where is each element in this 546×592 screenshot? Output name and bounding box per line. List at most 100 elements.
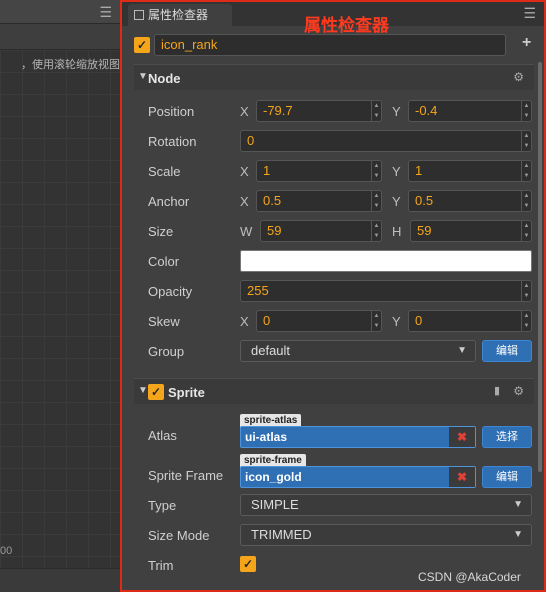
sprite-frame-label: Sprite Frame [148, 468, 224, 483]
type-select[interactable]: SIMPLE ▼ [240, 494, 532, 516]
sprite-enabled-checkbox[interactable]: ✓ [148, 384, 164, 400]
tab-inspector[interactable]: 属性检查器 [128, 4, 232, 26]
scale-y-input[interactable]: 1 ▲ ▼ [408, 160, 532, 182]
anchor-y-axis: Y [392, 194, 401, 209]
help-book-icon[interactable]: ▮ [494, 384, 500, 397]
scene-toolbar [0, 24, 120, 50]
panel-menu-icon[interactable]: ☰ [523, 5, 536, 22]
color-swatch[interactable] [240, 250, 532, 272]
spinner-icon[interactable]: ▲ ▼ [371, 221, 381, 241]
skew-x-input[interactable]: 0 ▲ ▼ [256, 310, 382, 332]
spinner-icon[interactable]: ▲ ▼ [521, 191, 531, 211]
atlas-asset-field[interactable]: ui-atlas ✖ [240, 426, 476, 448]
scene-panel-header: ☰ [0, 0, 120, 24]
dropdown-arrow-icon: ▼ [457, 345, 467, 356]
spinner-icon[interactable]: ▲ ▼ [521, 281, 531, 301]
skew-y-input[interactable]: 0 ▲ ▼ [408, 310, 532, 332]
scene-panel: ☰ ，使用滚轮缩放视图 00 [0, 0, 120, 592]
atlas-value: ui-atlas [245, 430, 288, 444]
atlas-select-button[interactable]: 选择 [482, 426, 532, 448]
color-label: Color [148, 254, 180, 269]
scale-y-value: 1 [415, 163, 423, 178]
spinner-icon[interactable]: ▲ ▼ [521, 221, 531, 241]
gear-icon[interactable]: ⚙ [513, 384, 524, 398]
anchor-label: Anchor [148, 194, 190, 209]
spinner-icon[interactable]: ▲ ▼ [371, 191, 381, 211]
skew-x-axis: X [240, 314, 249, 329]
scale-label: Scale [148, 164, 181, 179]
scene-footer [0, 568, 120, 592]
anchor-y-input[interactable]: 0.5 ▲ ▼ [408, 190, 532, 212]
scene-coord-label: 00 [0, 545, 13, 557]
skew-y-axis: Y [392, 314, 401, 329]
rotation-input[interactable]: 0 ▲ ▼ [240, 130, 532, 152]
sprite-frame-edit-button[interactable]: 编辑 [482, 466, 532, 488]
opacity-value: 255 [247, 283, 269, 298]
group-edit-button[interactable]: 编辑 [482, 340, 532, 362]
scale-x-value: 1 [263, 163, 271, 178]
trim-checkbox[interactable]: ✓ [240, 556, 256, 572]
node-section-title: Node [148, 71, 181, 86]
spinner-icon[interactable]: ▲ ▼ [521, 311, 531, 331]
sprite-section-title: Sprite [168, 385, 205, 400]
spinner-icon[interactable]: ▲ ▼ [521, 131, 531, 151]
gear-icon[interactable]: ⚙ [513, 70, 524, 84]
size-w-input[interactable]: 59 ▲ ▼ [260, 220, 382, 242]
position-y-input[interactable]: -0.4 ▲ ▼ [408, 100, 532, 122]
rotation-value: 0 [247, 133, 255, 148]
anchor-x-value: 0.5 [263, 193, 282, 208]
dropdown-arrow-icon: ▼ [513, 499, 523, 510]
atlas-label: Atlas [148, 428, 177, 443]
type-label: Type [148, 498, 177, 513]
spinner-icon[interactable]: ▲ ▼ [521, 161, 531, 181]
position-label: Position [148, 104, 195, 119]
skew-x-value: 0 [263, 313, 271, 328]
group-label: Group [148, 344, 185, 359]
sprite-frame-asset-field[interactable]: icon_gold ✖ [240, 466, 476, 488]
node-name-bar: ✓ icon_rank + [122, 32, 544, 58]
scale-x-axis: X [240, 164, 249, 179]
position-x-input[interactable]: -79.7 ▲ ▼ [256, 100, 382, 122]
skew-label: Skew [148, 314, 180, 329]
dropdown-arrow-icon: ▼ [513, 529, 523, 540]
node-section-header[interactable]: ▼ Node ⚙ [134, 64, 534, 90]
panel-menu-icon[interactable]: ☰ [99, 4, 112, 21]
size-mode-select[interactable]: TRIMMED ▼ [240, 524, 532, 546]
anchor-y-value: 0.5 [415, 193, 434, 208]
scene-grid[interactable] [0, 50, 120, 568]
scale-x-input[interactable]: 1 ▲ ▼ [256, 160, 382, 182]
clear-icon[interactable]: ✖ [449, 467, 475, 487]
add-component-icon[interactable]: + [522, 34, 531, 52]
size-h-input[interactable]: 59 ▲ ▼ [410, 220, 532, 242]
collapse-triangle-icon[interactable]: ▼ [138, 385, 148, 396]
sprite-section-header[interactable]: ▼ ✓ Sprite ▮ ⚙ [134, 378, 534, 404]
group-select[interactable]: default ▼ [240, 340, 476, 362]
position-x-value: -79.7 [263, 103, 293, 118]
anchor-x-input[interactable]: 0.5 ▲ ▼ [256, 190, 382, 212]
inspector-icon [134, 10, 144, 20]
type-value: SIMPLE [251, 497, 299, 512]
size-w-axis: W [240, 224, 253, 239]
sprite-frame-value: icon_gold [245, 470, 302, 484]
skew-y-value: 0 [415, 313, 423, 328]
clear-icon[interactable]: ✖ [449, 427, 475, 447]
scrollbar[interactable] [538, 62, 542, 472]
scale-y-axis: Y [392, 164, 401, 179]
anchor-x-axis: X [240, 194, 249, 209]
position-x-axis: X [240, 104, 249, 119]
size-h-value: 59 [417, 223, 432, 238]
opacity-label: Opacity [148, 284, 193, 299]
rotation-label: Rotation [148, 134, 197, 149]
spinner-icon[interactable]: ▲ ▼ [371, 311, 381, 331]
node-name-input[interactable]: icon_rank [154, 34, 506, 56]
node-active-checkbox[interactable]: ✓ [134, 37, 150, 53]
watermark: CSDN @AkaCoder [418, 570, 521, 584]
size-h-axis: H [392, 224, 402, 239]
collapse-triangle-icon[interactable]: ▼ [138, 71, 148, 82]
spinner-icon[interactable]: ▲ ▼ [371, 101, 381, 121]
spinner-icon[interactable]: ▲ ▼ [521, 101, 531, 121]
size-w-value: 59 [267, 223, 282, 238]
opacity-input[interactable]: 255 ▲ ▼ [240, 280, 532, 302]
spinner-icon[interactable]: ▲ ▼ [371, 161, 381, 181]
size-label: Size [148, 224, 174, 239]
